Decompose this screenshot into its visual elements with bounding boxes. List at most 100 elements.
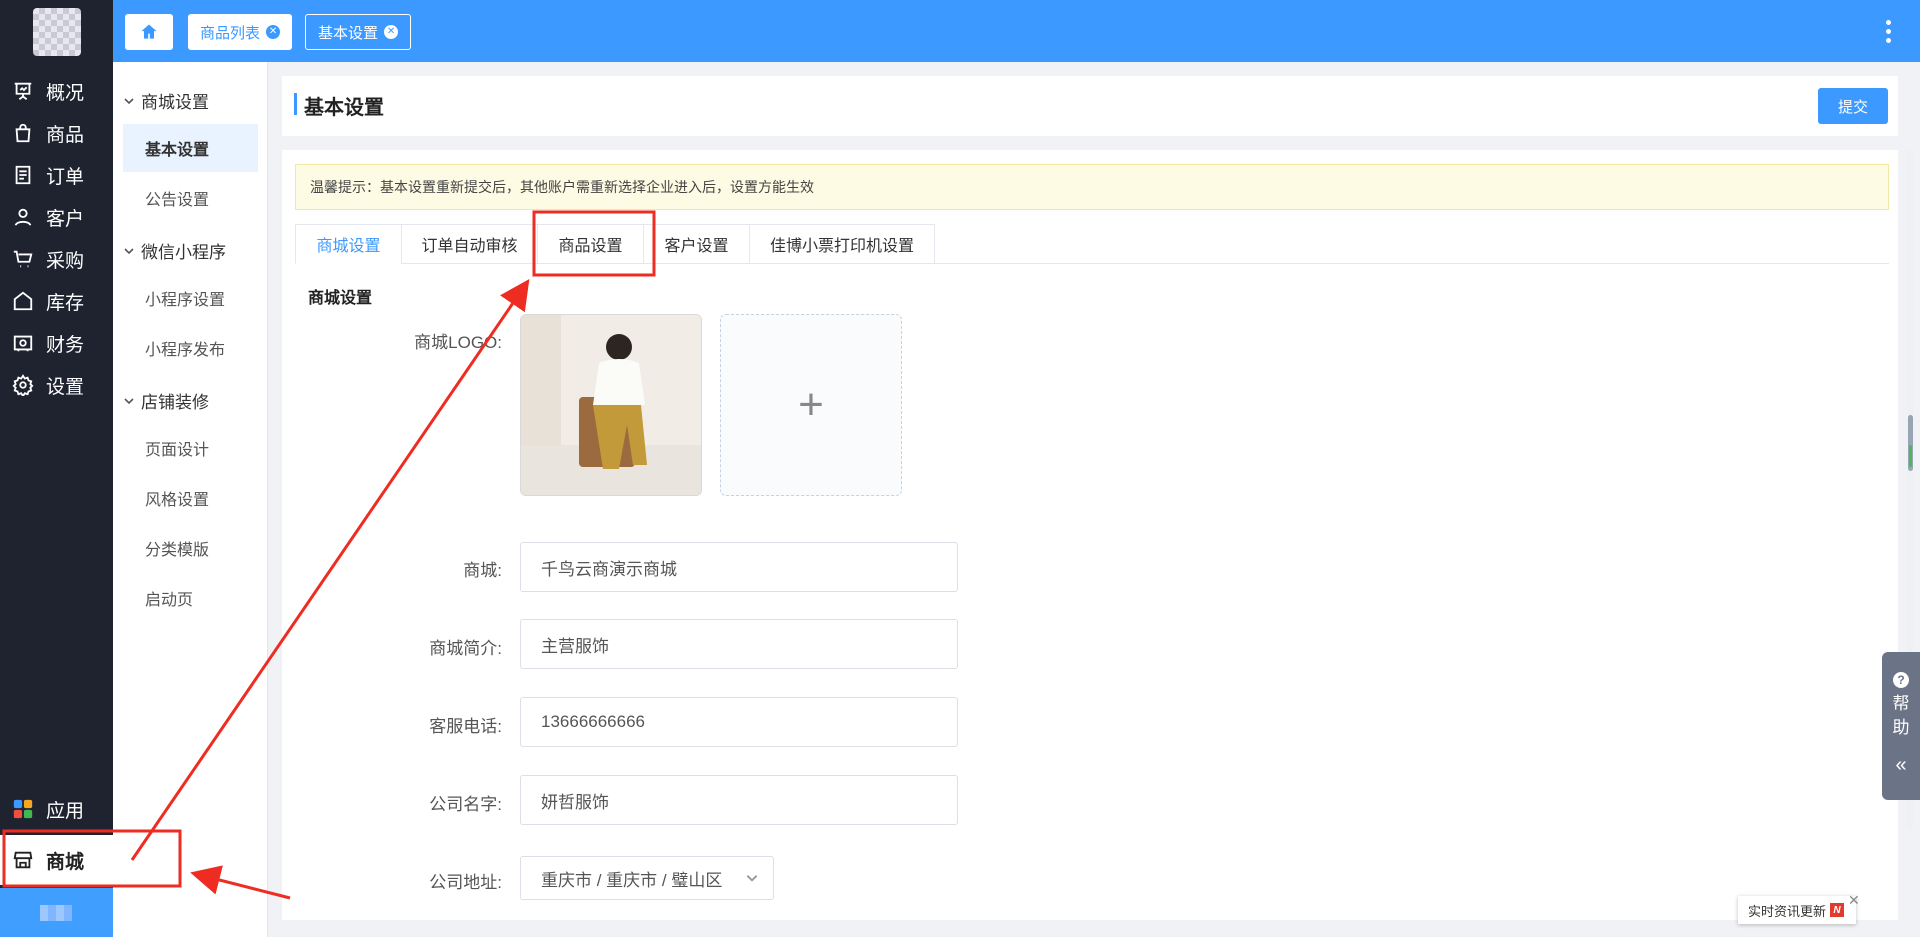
double-chevron-left-icon[interactable]: « [1895, 754, 1906, 777]
shopping-bag-icon [15, 123, 31, 143]
menu-item-label: 分类模版 [145, 542, 210, 559]
nav-item-label: 商品 [46, 124, 85, 146]
home-button[interactable] [125, 14, 173, 50]
menu-item-label: 风格设置 [145, 492, 210, 509]
tab-goods-list[interactable]: 商品列表 ✕ [188, 14, 293, 50]
menu-item-label: 基本设置 [145, 142, 210, 159]
chevron-down-icon [124, 397, 134, 404]
chevron-down-icon [124, 97, 134, 104]
shop-logo-image[interactable] [520, 314, 702, 496]
menu-group-mini-program[interactable]: 微信小程序 [123, 238, 226, 263]
apps-grid-icon [13, 799, 33, 819]
nav-item-label: 库存 [46, 292, 85, 314]
chevron-down-icon [124, 247, 134, 254]
logo-photo [521, 315, 701, 495]
nav-item-label: 订单 [46, 166, 85, 188]
menu-group-mall-settings[interactable]: 商城设置 [123, 88, 209, 113]
nav-footer [0, 888, 113, 937]
storefront-icon [13, 851, 33, 869]
tab-basic-settings[interactable]: 基本设置 ✕ [305, 14, 412, 50]
page-header: 基本设置 提交 [282, 76, 1898, 136]
menu-item-mini-program-settings[interactable]: 小程序设置 [123, 274, 258, 322]
tab-label: 基本设置 [318, 24, 379, 42]
home-icon [141, 24, 157, 39]
menu-item-page-design[interactable]: 页面设计 [123, 424, 258, 472]
menu-group-label: 店铺装修 [141, 393, 209, 412]
address-value: 重庆市 / 重庆市 / 璧山区 [541, 870, 723, 890]
warning-tip: 温馨提示：基本设置重新提交后，其他账户需重新选择企业进入后，设置方能生效 [295, 164, 1889, 210]
title-accent-bar [294, 93, 297, 115]
close-icon[interactable]: ✕ [266, 25, 281, 39]
shop-name-field[interactable]: 千鸟云商演示商城 [520, 542, 958, 592]
menu-group-shop-decoration[interactable]: 店铺装修 [123, 388, 209, 413]
help-label: 帮助 [1892, 694, 1910, 737]
logo-label: 商城LOGO: [414, 333, 502, 352]
menu-item-label: 小程序设置 [145, 292, 226, 309]
submit-button[interactable]: 提交 [1818, 88, 1888, 124]
nav-item-apps[interactable]: 应用 [0, 784, 113, 834]
question-icon: ? [1893, 672, 1909, 688]
company-label: 公司名字: [429, 795, 502, 814]
tab-order-auto-review[interactable]: 订单自动审核 [401, 224, 537, 264]
new-badge: N [1830, 903, 1845, 917]
settings-content: 温馨提示：基本设置重新提交后，其他账户需重新选择企业进入后，设置方能生效 商城设… [282, 150, 1898, 920]
nav-item-label: 客户 [46, 208, 85, 230]
help-panel-tab[interactable]: ? 帮助 « [1882, 652, 1920, 800]
menu-item-label: 启动页 [145, 592, 194, 609]
main-nav: 概况 商品 订单 客户 采购 库存 财务 设置 应用 商城 [0, 0, 113, 937]
avatar[interactable] [33, 8, 81, 56]
intro-label: 商城简介: [429, 639, 502, 658]
upload-logo-button[interactable]: + [720, 314, 902, 496]
close-icon[interactable]: ✕ [384, 25, 399, 39]
address-label: 公司地址: [429, 873, 502, 892]
page-title: 基本设置 [304, 97, 384, 119]
company-address-select[interactable]: 重庆市 / 重庆市 / 璧山区 [520, 856, 774, 900]
menu-group-label: 商城设置 [141, 93, 209, 112]
menu-group-label: 微信小程序 [141, 243, 226, 262]
wallet-icon [13, 335, 33, 352]
tab-label: 商品列表 [200, 24, 261, 42]
presentation-icon [14, 82, 32, 100]
close-icon[interactable]: ✕ [1848, 892, 1860, 909]
nav-item-mall[interactable]: 商城 [0, 835, 113, 885]
tab-goods-settings[interactable]: 商品设置 [537, 224, 643, 264]
tab-customer-settings[interactable]: 客户设置 [643, 224, 749, 264]
nav-item-settings[interactable]: 设置 [0, 360, 113, 410]
nav-item-label: 商城 [46, 851, 85, 873]
tab-printer-settings[interactable]: 佳博小票打印机设置 [749, 224, 935, 264]
shop-label: 商城: [463, 561, 502, 580]
menu-item-splash-page[interactable]: 启动页 [123, 574, 258, 622]
cart-icon [13, 250, 33, 268]
menu-item-mini-program-publish[interactable]: 小程序发布 [123, 324, 258, 372]
user-icon [14, 208, 32, 226]
settings-tabs: 商城设置 订单自动审核 商品设置 客户设置 佳博小票打印机设置 [295, 224, 1889, 264]
warehouse-icon [13, 291, 33, 311]
more-menu-icon[interactable] [1884, 20, 1892, 46]
news-label: 实时资讯更新 [1748, 903, 1827, 919]
news-update-chip[interactable]: 实时资讯更新 N [1738, 896, 1857, 924]
menu-item-label: 小程序发布 [145, 342, 226, 359]
tab-mall-settings[interactable]: 商城设置 [295, 224, 401, 264]
nav-item-label: 财务 [46, 334, 85, 356]
menu-item-label: 公告设置 [145, 192, 210, 209]
menu-item-category-template[interactable]: 分类模版 [123, 524, 258, 572]
menu-item-style-settings[interactable]: 风格设置 [123, 474, 258, 522]
blurred-logo [40, 905, 72, 921]
section-title: 商城设置 [308, 290, 373, 307]
menu-item-notice-settings[interactable]: 公告设置 [123, 174, 258, 222]
menu-item-basic-settings[interactable]: 基本设置 [123, 124, 258, 172]
phone-label: 客服电话: [429, 717, 502, 736]
scrollbar-thumb[interactable] [1908, 415, 1913, 471]
company-name-field[interactable]: 妍哲服饰 [520, 775, 958, 825]
chevron-down-icon [746, 875, 758, 882]
document-list-icon [15, 165, 31, 185]
shop-intro-field[interactable]: 主营服饰 [520, 619, 958, 669]
plus-icon: + [798, 380, 824, 429]
gear-icon [12, 374, 34, 396]
settings-submenu: 商城设置 基本设置 公告设置 微信小程序 小程序设置 小程序发布 店铺装修 页面… [113, 62, 268, 937]
nav-item-label: 概况 [46, 82, 85, 104]
service-phone-field[interactable]: 13666666666 [520, 697, 958, 747]
menu-item-label: 页面设计 [145, 442, 210, 459]
nav-item-label: 应用 [46, 800, 85, 822]
nav-item-label: 设置 [46, 376, 85, 398]
